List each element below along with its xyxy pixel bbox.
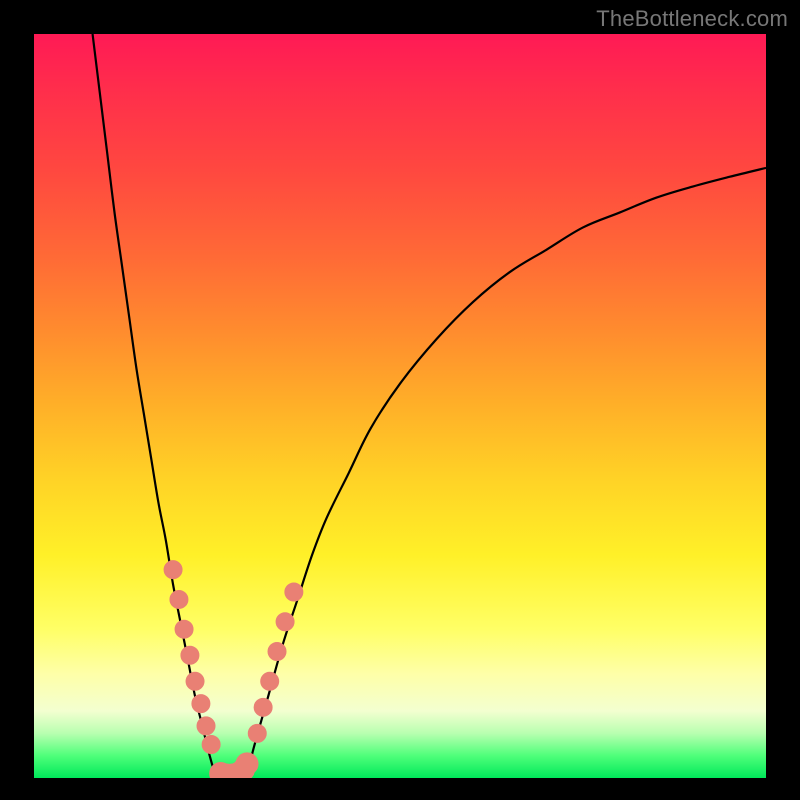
bottleneck-curve xyxy=(93,34,766,778)
curve-marker xyxy=(261,672,279,690)
curve-marker xyxy=(254,698,272,716)
curve-overlay xyxy=(34,34,766,778)
curve-marker xyxy=(276,613,294,631)
watermark-text: TheBottleneck.com xyxy=(596,6,788,32)
curve-marker xyxy=(164,561,182,579)
curve-marker xyxy=(192,695,210,713)
curve-marker xyxy=(175,620,193,638)
curve-marker xyxy=(248,724,266,742)
curve-marker xyxy=(236,753,258,775)
plot-area xyxy=(34,34,766,778)
curve-marker xyxy=(170,590,188,608)
curve-marker xyxy=(285,583,303,601)
curve-marker xyxy=(202,736,220,754)
curve-marker xyxy=(197,717,215,735)
curve-marker xyxy=(268,643,286,661)
curve-markers xyxy=(164,561,303,778)
curve-marker xyxy=(181,646,199,664)
chart-stage: TheBottleneck.com xyxy=(0,0,800,800)
curve-marker xyxy=(186,672,204,690)
